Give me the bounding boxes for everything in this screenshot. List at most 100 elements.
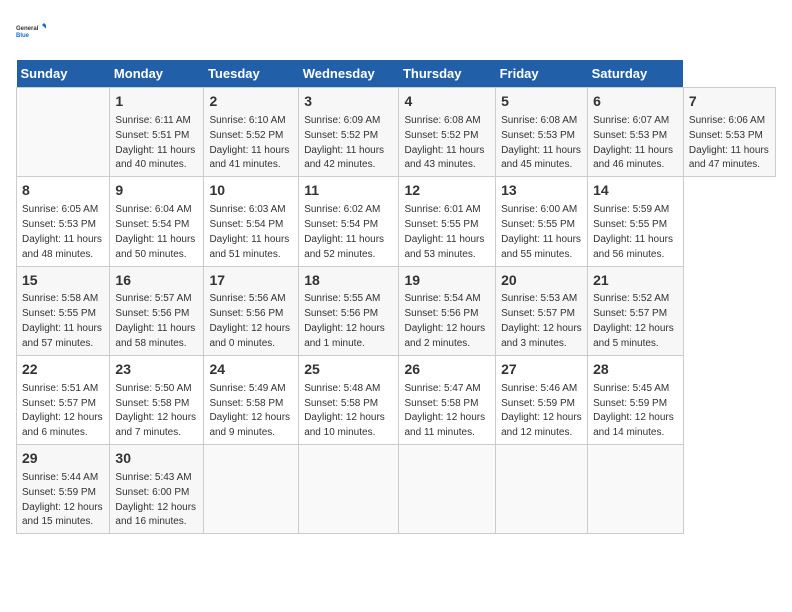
calendar-cell: 9 Sunrise: 6:04 AMSunset: 5:54 PMDayligh…: [110, 177, 204, 266]
day-header-monday: Monday: [110, 60, 204, 88]
calendar-cell: 20 Sunrise: 5:53 AMSunset: 5:57 PMDaylig…: [496, 266, 588, 355]
calendar-cell: 23 Sunrise: 5:50 AMSunset: 5:58 PMDaylig…: [110, 355, 204, 444]
day-number: 9: [115, 181, 198, 200]
day-info: Sunrise: 5:51 AMSunset: 5:57 PMDaylight:…: [22, 383, 103, 439]
day-header-wednesday: Wednesday: [299, 60, 399, 88]
day-number: 17: [209, 271, 293, 290]
calendar-cell: [399, 445, 496, 534]
calendar-cell: 19 Sunrise: 5:54 AMSunset: 5:56 PMDaylig…: [399, 266, 496, 355]
day-number: 26: [404, 360, 490, 379]
day-number: 15: [22, 271, 104, 290]
day-number: 27: [501, 360, 582, 379]
svg-text:Blue: Blue: [16, 33, 30, 39]
logo-icon: General Blue: [16, 16, 48, 48]
calendar-cell: 18 Sunrise: 5:55 AMSunset: 5:56 PMDaylig…: [299, 266, 399, 355]
day-header-sunday: Sunday: [17, 60, 110, 88]
day-info: Sunrise: 6:09 AMSunset: 5:52 PMDaylight:…: [304, 115, 384, 171]
day-info: Sunrise: 5:43 AMSunset: 6:00 PMDaylight:…: [115, 472, 196, 528]
day-number: 3: [304, 92, 393, 111]
day-number: 14: [593, 181, 678, 200]
calendar-cell: [204, 445, 299, 534]
day-info: Sunrise: 5:57 AMSunset: 5:56 PMDaylight:…: [115, 293, 195, 349]
calendar-cell: 11 Sunrise: 6:02 AMSunset: 5:54 PMDaylig…: [299, 177, 399, 266]
day-info: Sunrise: 5:44 AMSunset: 5:59 PMDaylight:…: [22, 472, 103, 528]
day-number: 28: [593, 360, 678, 379]
day-info: Sunrise: 6:11 AMSunset: 5:51 PMDaylight:…: [115, 115, 195, 171]
day-number: 13: [501, 181, 582, 200]
day-number: 19: [404, 271, 490, 290]
day-info: Sunrise: 5:48 AMSunset: 5:58 PMDaylight:…: [304, 383, 385, 439]
calendar-cell: 3 Sunrise: 6:09 AMSunset: 5:52 PMDayligh…: [299, 88, 399, 177]
page-header: General Blue: [16, 16, 776, 48]
day-info: Sunrise: 6:06 AMSunset: 5:53 PMDaylight:…: [689, 115, 769, 171]
day-info: Sunrise: 6:02 AMSunset: 5:54 PMDaylight:…: [304, 204, 384, 260]
calendar-cell: 12 Sunrise: 6:01 AMSunset: 5:55 PMDaylig…: [399, 177, 496, 266]
calendar-cell: 30 Sunrise: 5:43 AMSunset: 6:00 PMDaylig…: [110, 445, 204, 534]
calendar-cell: 29 Sunrise: 5:44 AMSunset: 5:59 PMDaylig…: [17, 445, 110, 534]
calendar-cell: [299, 445, 399, 534]
day-number: 21: [593, 271, 678, 290]
calendar-cell: 6 Sunrise: 6:07 AMSunset: 5:53 PMDayligh…: [588, 88, 684, 177]
week-row-4: 22 Sunrise: 5:51 AMSunset: 5:57 PMDaylig…: [17, 355, 776, 444]
day-info: Sunrise: 5:46 AMSunset: 5:59 PMDaylight:…: [501, 383, 582, 439]
calendar-cell: 15 Sunrise: 5:58 AMSunset: 5:55 PMDaylig…: [17, 266, 110, 355]
calendar-cell: 24 Sunrise: 5:49 AMSunset: 5:58 PMDaylig…: [204, 355, 299, 444]
day-info: Sunrise: 6:05 AMSunset: 5:53 PMDaylight:…: [22, 204, 102, 260]
day-number: 11: [304, 181, 393, 200]
calendar-cell: [17, 88, 110, 177]
calendar-cell: 14 Sunrise: 5:59 AMSunset: 5:55 PMDaylig…: [588, 177, 684, 266]
calendar-cell: 10 Sunrise: 6:03 AMSunset: 5:54 PMDaylig…: [204, 177, 299, 266]
calendar-cell: 1 Sunrise: 6:11 AMSunset: 5:51 PMDayligh…: [110, 88, 204, 177]
day-info: Sunrise: 6:08 AMSunset: 5:52 PMDaylight:…: [404, 115, 484, 171]
day-info: Sunrise: 5:59 AMSunset: 5:55 PMDaylight:…: [593, 204, 673, 260]
calendar-cell: 27 Sunrise: 5:46 AMSunset: 5:59 PMDaylig…: [496, 355, 588, 444]
day-info: Sunrise: 5:55 AMSunset: 5:56 PMDaylight:…: [304, 293, 385, 349]
calendar-cell: 21 Sunrise: 5:52 AMSunset: 5:57 PMDaylig…: [588, 266, 684, 355]
day-info: Sunrise: 5:45 AMSunset: 5:59 PMDaylight:…: [593, 383, 674, 439]
day-number: 20: [501, 271, 582, 290]
day-info: Sunrise: 6:08 AMSunset: 5:53 PMDaylight:…: [501, 115, 581, 171]
day-number: 4: [404, 92, 490, 111]
day-number: 8: [22, 181, 104, 200]
day-number: 23: [115, 360, 198, 379]
calendar-cell: 8 Sunrise: 6:05 AMSunset: 5:53 PMDayligh…: [17, 177, 110, 266]
day-info: Sunrise: 6:04 AMSunset: 5:54 PMDaylight:…: [115, 204, 195, 260]
calendar-table: SundayMondayTuesdayWednesdayThursdayFrid…: [16, 60, 776, 534]
day-info: Sunrise: 5:49 AMSunset: 5:58 PMDaylight:…: [209, 383, 290, 439]
calendar-cell: 7 Sunrise: 6:06 AMSunset: 5:53 PMDayligh…: [683, 88, 775, 177]
day-info: Sunrise: 5:52 AMSunset: 5:57 PMDaylight:…: [593, 293, 674, 349]
header-row: SundayMondayTuesdayWednesdayThursdayFrid…: [17, 60, 776, 88]
day-header-tuesday: Tuesday: [204, 60, 299, 88]
day-info: Sunrise: 6:03 AMSunset: 5:54 PMDaylight:…: [209, 204, 289, 260]
calendar-cell: 5 Sunrise: 6:08 AMSunset: 5:53 PMDayligh…: [496, 88, 588, 177]
calendar-cell: [496, 445, 588, 534]
day-header-thursday: Thursday: [399, 60, 496, 88]
calendar-cell: 28 Sunrise: 5:45 AMSunset: 5:59 PMDaylig…: [588, 355, 684, 444]
day-number: 24: [209, 360, 293, 379]
svg-text:General: General: [16, 26, 39, 32]
day-number: 30: [115, 449, 198, 468]
day-number: 25: [304, 360, 393, 379]
day-info: Sunrise: 6:07 AMSunset: 5:53 PMDaylight:…: [593, 115, 673, 171]
week-row-1: 1 Sunrise: 6:11 AMSunset: 5:51 PMDayligh…: [17, 88, 776, 177]
calendar-cell: 13 Sunrise: 6:00 AMSunset: 5:55 PMDaylig…: [496, 177, 588, 266]
day-info: Sunrise: 5:56 AMSunset: 5:56 PMDaylight:…: [209, 293, 290, 349]
week-row-3: 15 Sunrise: 5:58 AMSunset: 5:55 PMDaylig…: [17, 266, 776, 355]
day-header-friday: Friday: [496, 60, 588, 88]
day-number: 18: [304, 271, 393, 290]
calendar-cell: 26 Sunrise: 5:47 AMSunset: 5:58 PMDaylig…: [399, 355, 496, 444]
calendar-cell: 2 Sunrise: 6:10 AMSunset: 5:52 PMDayligh…: [204, 88, 299, 177]
day-number: 10: [209, 181, 293, 200]
calendar-cell: [588, 445, 684, 534]
week-row-5: 29 Sunrise: 5:44 AMSunset: 5:59 PMDaylig…: [17, 445, 776, 534]
day-number: 7: [689, 92, 770, 111]
day-number: 6: [593, 92, 678, 111]
day-header-saturday: Saturday: [588, 60, 684, 88]
day-info: Sunrise: 6:00 AMSunset: 5:55 PMDaylight:…: [501, 204, 581, 260]
day-info: Sunrise: 6:10 AMSunset: 5:52 PMDaylight:…: [209, 115, 289, 171]
day-info: Sunrise: 5:47 AMSunset: 5:58 PMDaylight:…: [404, 383, 485, 439]
day-info: Sunrise: 5:53 AMSunset: 5:57 PMDaylight:…: [501, 293, 582, 349]
day-number: 22: [22, 360, 104, 379]
day-info: Sunrise: 5:54 AMSunset: 5:56 PMDaylight:…: [404, 293, 485, 349]
day-number: 5: [501, 92, 582, 111]
